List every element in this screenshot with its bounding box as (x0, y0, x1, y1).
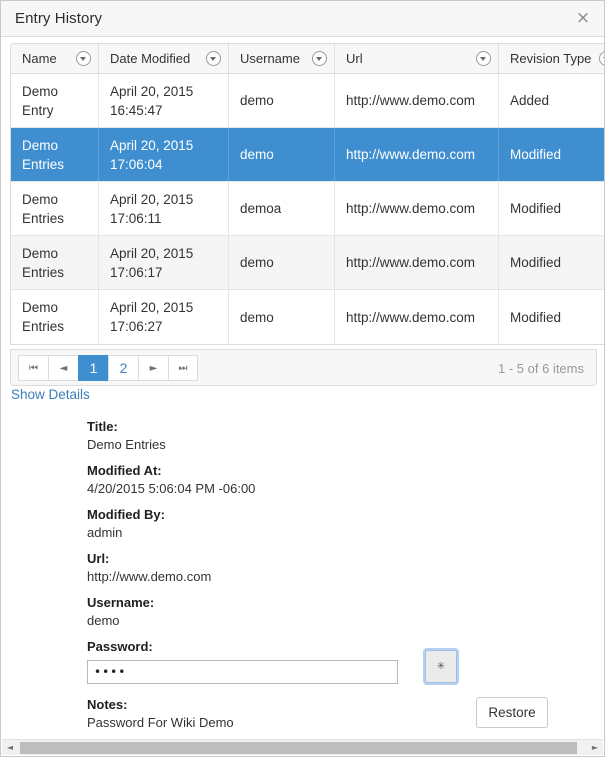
cell-revision-type: Modified (499, 236, 604, 289)
cell-url: http://www.demo.com (335, 74, 499, 127)
cell-date-modified: April 20, 2015 17:06:17 (99, 236, 229, 289)
table-row[interactable]: Demo Entries April 20, 2015 17:06:11 dem… (11, 182, 604, 236)
column-header-username[interactable]: Username (229, 44, 335, 73)
table-row[interactable]: Demo Entries April 20, 2015 17:06:27 dem… (11, 290, 604, 344)
cell-username: demo (229, 74, 335, 127)
filter-dropdown-icon[interactable] (599, 51, 604, 66)
pager-next-button[interactable]: ► (138, 355, 168, 381)
column-header-label: Username (240, 51, 300, 66)
detail-title-label: Title: (87, 419, 118, 434)
cell-name: Demo Entries (11, 182, 99, 235)
detail-notes-label: Notes: (87, 697, 128, 712)
scroll-right-icon[interactable]: ► (587, 740, 603, 756)
show-password-button[interactable]: ✳ (423, 648, 459, 685)
cell-name: Demo Entry (11, 74, 99, 127)
dialog-titlebar: Entry History × (1, 1, 604, 37)
cell-date-modified: April 20, 2015 17:06:11 (99, 182, 229, 235)
entry-details-panel: Title: Demo Entries Modified At: 4/20/20… (87, 419, 517, 730)
cell-revision-type: Modified (499, 128, 604, 181)
close-icon[interactable]: × (572, 8, 594, 30)
cell-username: demo (229, 128, 335, 181)
cell-revision-type: Modified (499, 290, 604, 344)
cell-name: Demo Entries (11, 290, 99, 344)
pager-buttons: ⏮ ◄ 1 2 ► ⏭ (18, 355, 198, 381)
horizontal-scrollbar[interactable]: ◄ ► (2, 739, 603, 755)
pager-page-2-button[interactable]: 2 (108, 355, 138, 381)
column-header-label: Url (346, 51, 363, 66)
password-row: •••• ✳ (87, 648, 517, 686)
cell-revision-type: Modified (499, 182, 604, 235)
cell-date-modified: April 20, 2015 16:45:47 (99, 74, 229, 127)
cell-username: demo (229, 290, 335, 344)
cell-username: demoa (229, 182, 335, 235)
detail-url-label: Url: (87, 551, 110, 566)
pager-prev-button[interactable]: ◄ (48, 355, 78, 381)
column-header-revision-type[interactable]: Revision Type (499, 44, 604, 73)
detail-username-value: demo (87, 613, 120, 628)
column-header-date-modified[interactable]: Date Modified (99, 44, 229, 73)
cell-url: http://www.demo.com (335, 236, 499, 289)
cell-url: http://www.demo.com (335, 128, 499, 181)
scrollbar-thumb[interactable] (20, 741, 577, 754)
detail-modified-by-label: Modified By: (87, 507, 165, 522)
detail-url-value: http://www.demo.com (87, 569, 212, 584)
column-header-url[interactable]: Url (335, 44, 499, 73)
column-header-label: Revision Type (510, 51, 592, 66)
cell-name: Demo Entries (11, 236, 99, 289)
filter-dropdown-icon[interactable] (476, 51, 491, 66)
cell-date-modified: April 20, 2015 17:06:27 (99, 290, 229, 344)
scroll-left-icon[interactable]: ◄ (2, 740, 18, 756)
cell-url: http://www.demo.com (335, 290, 499, 344)
cell-date-modified: April 20, 2015 17:06:04 (99, 128, 229, 181)
scrollbar-track[interactable] (18, 740, 587, 756)
table-row[interactable]: Demo Entries April 20, 2015 17:06:17 dem… (11, 236, 604, 290)
grid-body: Demo Entry April 20, 2015 16:45:47 demo … (11, 74, 604, 344)
detail-modified-at-value: 4/20/2015 5:06:04 PM -06:00 (87, 481, 256, 496)
filter-dropdown-icon[interactable] (312, 51, 327, 66)
filter-dropdown-icon[interactable] (76, 51, 91, 66)
password-input[interactable]: •••• (87, 660, 398, 684)
column-header-label: Name (22, 51, 57, 66)
detail-notes-value: Password For Wiki Demo (87, 715, 234, 730)
entry-history-grid: Name Date Modified Username Url Revision… (10, 43, 604, 345)
cell-url: http://www.demo.com (335, 182, 499, 235)
restore-button[interactable]: Restore (476, 697, 548, 728)
grid-header-row: Name Date Modified Username Url Revision… (11, 44, 604, 74)
pager-item-count: 1 - 5 of 6 items (498, 361, 584, 376)
pager-last-button[interactable]: ⏭ (168, 355, 198, 381)
cell-revision-type: Added (499, 74, 604, 127)
detail-modified-at-label: Modified At: (87, 463, 162, 478)
detail-title-value: Demo Entries (87, 437, 166, 452)
detail-username-label: Username: (87, 595, 155, 610)
cell-name: Demo Entries (11, 128, 99, 181)
grid-pager: ⏮ ◄ 1 2 ► ⏭ 1 - 5 of 6 items (10, 349, 597, 386)
column-header-label: Date Modified (110, 51, 191, 66)
show-details-link[interactable]: Show Details (11, 387, 90, 402)
detail-modified-by-value: admin (87, 525, 123, 540)
pager-page-1-button[interactable]: 1 (78, 355, 108, 381)
table-row[interactable]: Demo Entry April 20, 2015 16:45:47 demo … (11, 74, 604, 128)
entry-history-dialog: Entry History × Name Date Modified Usern… (0, 0, 605, 757)
cell-username: demo (229, 236, 335, 289)
pager-first-button[interactable]: ⏮ (18, 355, 48, 381)
column-header-name[interactable]: Name (11, 44, 99, 73)
table-row[interactable]: Demo Entries April 20, 2015 17:06:04 dem… (11, 128, 604, 182)
dialog-title: Entry History (15, 10, 103, 27)
filter-dropdown-icon[interactable] (206, 51, 221, 66)
